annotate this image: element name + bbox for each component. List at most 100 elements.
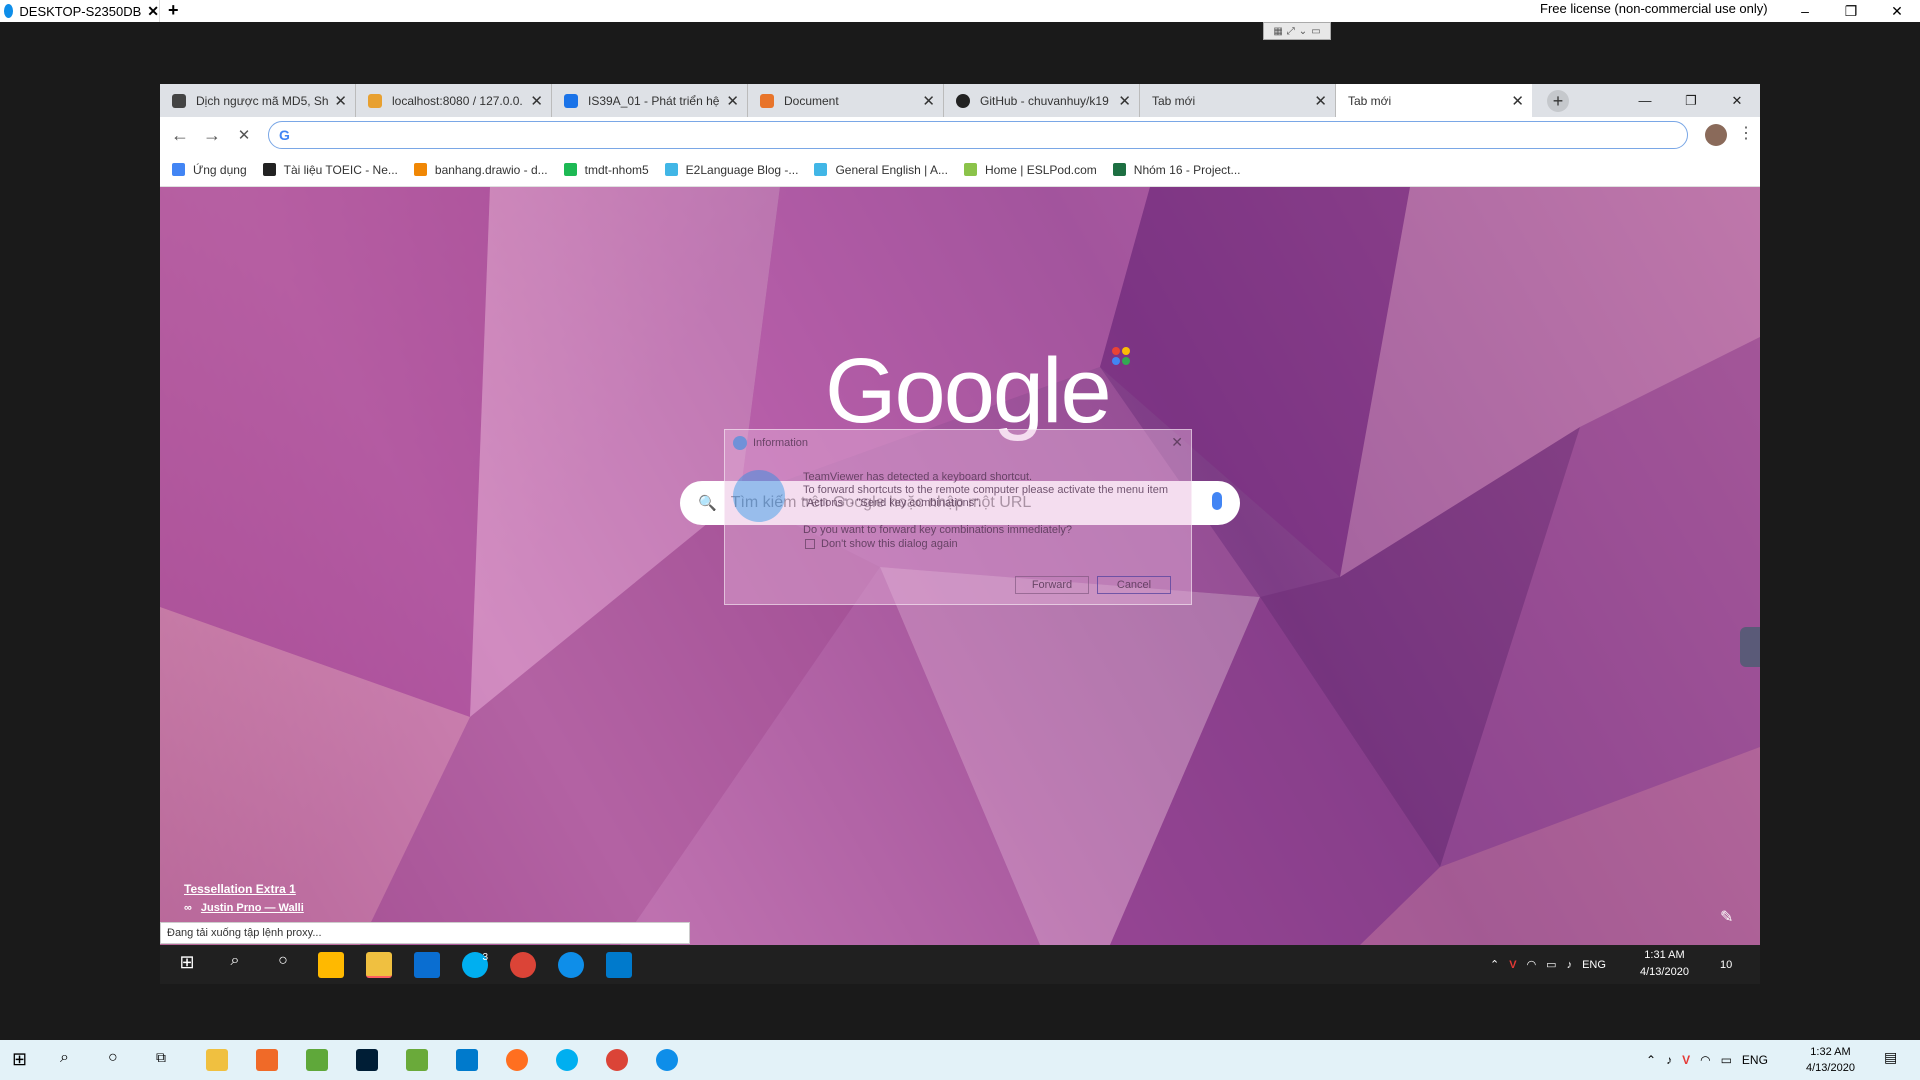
teamviewer-window-controls: – ❐ ✕ xyxy=(1782,0,1920,22)
chrome-tab[interactable]: IS39A_01 - Phát triển hệ ✕ xyxy=(552,84,748,117)
mail-icon[interactable] xyxy=(414,952,440,978)
chrome-tab[interactable]: GitHub - chuvanhuy/k19 ✕ xyxy=(944,84,1140,117)
back-button[interactable]: ← xyxy=(170,125,190,145)
cortana-icon[interactable]: ○ xyxy=(270,952,296,978)
close-session-tab-icon[interactable]: ✕ xyxy=(147,3,159,20)
skype-icon[interactable]: 3 xyxy=(462,952,488,978)
sublime-icon[interactable] xyxy=(506,1049,528,1071)
vscode-icon[interactable] xyxy=(606,952,632,978)
tab-close-icon[interactable]: ✕ xyxy=(726,92,739,110)
dont-show-checkbox[interactable]: Don't show this dialog again xyxy=(805,538,958,550)
windows-start-icon[interactable]: ⊞ xyxy=(12,1049,34,1071)
teamviewer-session-tab[interactable]: DESKTOP-S2350DB ✕ xyxy=(0,0,160,22)
bookmark-item[interactable]: Home | ESLPod.com xyxy=(963,163,1097,177)
search-icon[interactable]: ⌕ xyxy=(60,1049,82,1071)
file-explorer-icon[interactable] xyxy=(366,952,392,978)
antivirus-icon[interactable]: V xyxy=(1509,959,1516,971)
close-button[interactable]: ✕ xyxy=(1874,0,1920,22)
restore-button[interactable]: ❐ xyxy=(1828,0,1874,22)
teamviewer-side-handle[interactable] xyxy=(1740,627,1760,667)
profile-avatar[interactable] xyxy=(1705,124,1727,146)
dialog-close-icon[interactable]: ✕ xyxy=(1171,434,1183,451)
notifications-button[interactable]: 10 xyxy=(1720,945,1732,984)
checkbox-icon[interactable] xyxy=(805,539,815,549)
language-indicator[interactable]: ENG xyxy=(1582,959,1606,971)
background-author-link[interactable]: Justin Prno — Walli xyxy=(201,902,304,914)
chrome-tab[interactable]: localhost:8080 / 127.0.0. ✕ xyxy=(356,84,552,117)
skype-icon[interactable] xyxy=(556,1049,578,1071)
chrome-restore-button[interactable]: ❐ xyxy=(1668,84,1714,117)
customize-pencil-icon[interactable]: ✎ xyxy=(1720,907,1733,927)
tab-title: IS39A_01 - Phát triển hệ xyxy=(588,93,720,108)
teamviewer-mini-toolbar[interactable]: ▦ ⤢ ⌄ ▭ xyxy=(1263,22,1331,40)
antivirus-icon[interactable]: V xyxy=(1682,1053,1690,1067)
bookmark-item[interactable]: E2Language Blog -... xyxy=(664,163,798,177)
wifi-icon[interactable]: ◠ xyxy=(1527,958,1537,971)
dialog-question: Do you want to forward key combinations … xyxy=(803,524,1073,536)
chrome-tab[interactable]: Tab mới ✕ xyxy=(1140,84,1336,117)
file-explorer-icon[interactable] xyxy=(206,1049,228,1071)
tab-close-icon[interactable]: ✕ xyxy=(1118,92,1131,110)
tab-close-icon[interactable]: ✕ xyxy=(1511,92,1524,110)
teamviewer-icon[interactable] xyxy=(558,952,584,978)
clock-time: 1:31 AM xyxy=(1644,949,1685,961)
stop-loading-button[interactable]: ✕ xyxy=(234,125,254,145)
chrome-icon[interactable] xyxy=(510,952,536,978)
volume-icon[interactable]: ♪ xyxy=(1567,959,1573,971)
chrome-icon[interactable] xyxy=(606,1049,628,1071)
new-tab-button[interactable]: + xyxy=(1547,90,1569,112)
chevron-up-icon[interactable]: ⌃ xyxy=(1490,958,1499,971)
bookmark-apps[interactable]: Ứng dụng xyxy=(172,163,247,177)
bookmark-item[interactable]: General English | A... xyxy=(814,163,948,177)
remote-desktop: Dịch ngược mã MD5, Sh ✕ localhost:8080 /… xyxy=(160,84,1760,984)
chrome-minimize-button[interactable]: — xyxy=(1622,84,1668,117)
bookmark-item[interactable]: Nhóm 16 - Project... xyxy=(1112,163,1241,177)
background-title-link[interactable]: Tessellation Extra 1 xyxy=(184,882,296,896)
windows-start-icon[interactable]: ⊞ xyxy=(174,952,200,978)
cortana-icon[interactable]: ○ xyxy=(108,1049,130,1071)
forward-button[interactable]: → xyxy=(202,125,222,145)
search-icon[interactable]: ⌕ xyxy=(222,952,248,978)
grid-icon[interactable]: ▦ xyxy=(1273,26,1282,37)
volume-icon[interactable]: ♪ xyxy=(1666,1053,1672,1067)
notifications-icon[interactable]: ▤ xyxy=(1884,1049,1906,1071)
chevron-down-icon[interactable]: ⌄ xyxy=(1299,26,1307,37)
local-taskbar: ⊞ ⌕ ○ ⧉ ⌃ ♪ V ◠ ▭ ENG 1:32 AM 4/13/2020 … xyxy=(0,1040,1920,1080)
chrome-tab[interactable]: Document ✕ xyxy=(748,84,944,117)
bookmark-item[interactable]: tmdt-nhom5 xyxy=(563,163,649,177)
tab-close-icon[interactable]: ✕ xyxy=(530,92,543,110)
teamviewer-icon[interactable] xyxy=(656,1049,678,1071)
chrome-tab-active[interactable]: Tab mới ✕ xyxy=(1336,84,1532,117)
remote-clock[interactable]: 1:31 AM 4/13/2020 xyxy=(1640,947,1689,981)
tab-favicon-icon xyxy=(760,93,774,108)
chrome-menu-icon[interactable]: ⋮ xyxy=(1738,123,1754,143)
address-bar[interactable]: G xyxy=(268,121,1688,149)
chevron-up-icon[interactable]: ⌃ xyxy=(1646,1053,1656,1067)
language-indicator[interactable]: ENG xyxy=(1742,1053,1768,1067)
tab-close-icon[interactable]: ✕ xyxy=(1314,92,1327,110)
task-view-icon[interactable]: ⧉ xyxy=(156,1049,178,1071)
photoshop-icon[interactable] xyxy=(356,1049,378,1071)
bookmark-item[interactable]: banhang.drawio - d... xyxy=(413,163,548,177)
tab-close-icon[interactable]: ✕ xyxy=(922,92,935,110)
wifi-icon[interactable]: ◠ xyxy=(1700,1053,1710,1067)
tab-close-icon[interactable]: ✕ xyxy=(334,92,347,110)
chrome-tab[interactable]: Dịch ngược mã MD5, Sh ✕ xyxy=(160,84,356,117)
store-icon[interactable] xyxy=(318,952,344,978)
bookmark-item[interactable]: Tài liệu TOEIC - Ne... xyxy=(262,163,398,177)
xampp-icon[interactable] xyxy=(256,1049,278,1071)
battery-icon[interactable]: ▭ xyxy=(1721,1053,1732,1067)
monitor-icon[interactable]: ▭ xyxy=(1311,26,1320,37)
vscode-icon[interactable] xyxy=(456,1049,478,1071)
battery-icon[interactable]: ▭ xyxy=(1546,958,1556,971)
forward-button[interactable]: Forward xyxy=(1015,576,1089,594)
notepad-plus-icon[interactable] xyxy=(406,1049,428,1071)
local-clock[interactable]: 1:32 AM 4/13/2020 xyxy=(1806,1044,1855,1076)
chrome-close-button[interactable]: ✕ xyxy=(1714,84,1760,117)
fullscreen-icon[interactable]: ⤢ xyxy=(1287,26,1295,37)
add-session-tab-button[interactable]: + xyxy=(168,0,179,20)
minimize-button[interactable]: – xyxy=(1782,0,1828,22)
camtasia-icon[interactable] xyxy=(306,1049,328,1071)
microphone-icon[interactable] xyxy=(1212,492,1222,510)
cancel-button[interactable]: Cancel xyxy=(1097,576,1171,594)
